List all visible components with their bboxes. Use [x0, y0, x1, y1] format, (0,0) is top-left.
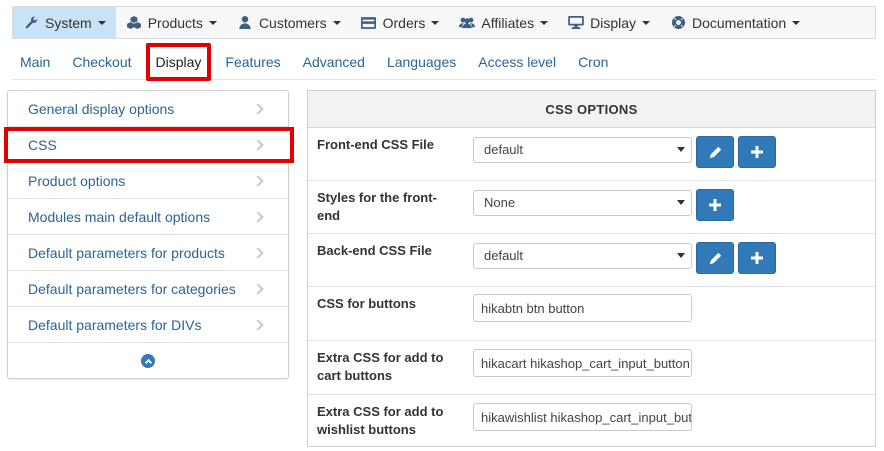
- option-label: Extra CSS for add to wishlist buttons: [317, 404, 444, 437]
- menu-products-label: Products: [147, 14, 203, 31]
- pencil-icon: [709, 252, 721, 264]
- caret-down-icon: [208, 20, 217, 25]
- option-label: Extra CSS for add to cart buttons: [317, 350, 444, 383]
- tab-display[interactable]: Display: [145, 43, 212, 81]
- menu-affiliates[interactable]: Affiliates: [449, 7, 558, 38]
- chevron-right-icon: [252, 174, 264, 187]
- tab-main[interactable]: Main: [12, 44, 58, 80]
- nav-collapse-area: [8, 343, 288, 379]
- chevron-right-icon: [252, 139, 264, 151]
- menu-documentation-label: Documentation: [692, 14, 787, 31]
- nav-item-label: Product options: [28, 172, 126, 189]
- chevron-right-icon: [252, 282, 264, 295]
- tab-advanced[interactable]: Advanced: [295, 44, 373, 80]
- menu-customers[interactable]: Customers: [227, 7, 351, 38]
- edit-frontend-css-button[interactable]: [696, 136, 734, 168]
- menu-affiliates-label: Affiliates: [481, 14, 535, 31]
- backend-css-select[interactable]: default: [473, 242, 692, 269]
- menu-orders[interactable]: Orders: [351, 7, 450, 38]
- users-icon: [459, 16, 476, 30]
- top-menu-bar: System Products Customers Orders Affilia…: [12, 6, 876, 39]
- plus-icon: [751, 146, 763, 158]
- select-value: default: [484, 248, 524, 263]
- cubes-icon: [126, 16, 142, 30]
- panel-title: CSS OPTIONS: [308, 91, 875, 128]
- plus-icon: [709, 199, 721, 211]
- option-label: Back-end CSS File: [317, 243, 432, 258]
- frontend-css-select[interactable]: default: [473, 136, 692, 163]
- config-tabs: Main Checkout Display Features Advanced …: [12, 43, 876, 81]
- chevron-right-icon: [252, 246, 264, 259]
- life-ring-icon: [670, 16, 686, 30]
- select-value: default: [484, 142, 524, 157]
- option-row-wishlist-buttons-css: Extra CSS for add to wishlist buttons hi…: [308, 395, 875, 448]
- nav-default-parameters-divs[interactable]: Default parameters for DIVs: [8, 307, 288, 343]
- chevron-up-circle-icon[interactable]: [141, 354, 155, 368]
- caret-down-icon: [332, 20, 341, 25]
- menu-display-label: Display: [590, 14, 636, 31]
- menu-orders-label: Orders: [382, 14, 426, 31]
- credit-card-icon: [361, 16, 377, 30]
- option-row-backend-css: Back-end CSS File default: [308, 234, 875, 287]
- nav-item-label: General display options: [28, 100, 175, 117]
- nav-default-parameters-products[interactable]: Default parameters for products: [8, 235, 288, 271]
- plus-icon: [751, 252, 763, 264]
- chevron-right-icon: [252, 210, 264, 223]
- nav-item-label: Default parameters for categories: [28, 280, 236, 297]
- add-backend-css-button[interactable]: [738, 242, 776, 274]
- menu-customers-label: Customers: [258, 14, 327, 31]
- chevron-right-icon: [252, 102, 264, 115]
- option-row-frontend-css: Front-end CSS File default: [308, 128, 875, 181]
- wishlist-buttons-css-input[interactable]: hikawishlist hikashop_cart_input_button: [473, 403, 692, 431]
- css-buttons-input[interactable]: hikabtn btn button: [473, 294, 692, 322]
- tab-features[interactable]: Features: [217, 44, 288, 80]
- nav-item-label: Default parameters for products: [28, 244, 225, 261]
- chevron-right-icon: [252, 318, 264, 331]
- user-icon: [237, 16, 253, 30]
- caret-down-icon: [97, 20, 106, 25]
- monitor-icon: [568, 16, 584, 30]
- menu-system[interactable]: System: [13, 7, 116, 38]
- cart-buttons-css-input[interactable]: hikacart hikashop_cart_input_button: [473, 349, 692, 377]
- tab-checkout[interactable]: Checkout: [64, 44, 139, 80]
- menu-display[interactable]: Display: [558, 7, 660, 38]
- nav-general-display-options[interactable]: General display options: [8, 91, 288, 127]
- option-row-frontend-styles: Styles for the front-end None: [308, 181, 875, 234]
- caret-down-icon: [642, 20, 650, 25]
- dropdown-arrow-icon: [677, 200, 685, 205]
- dropdown-arrow-icon: [677, 147, 685, 152]
- menu-products[interactable]: Products: [116, 7, 227, 38]
- nav-item-label: CSS: [28, 137, 57, 153]
- option-label: CSS for buttons: [317, 296, 416, 311]
- pencil-icon: [709, 146, 721, 158]
- caret-down-icon: [431, 20, 440, 25]
- add-frontend-style-button[interactable]: [696, 189, 734, 221]
- menu-documentation[interactable]: Documentation: [660, 7, 810, 38]
- caret-down-icon: [792, 20, 801, 25]
- tab-cron[interactable]: Cron: [570, 44, 616, 80]
- wrench-icon: [23, 16, 39, 30]
- select-value: None: [484, 195, 516, 210]
- tab-access-level[interactable]: Access level: [470, 44, 564, 80]
- nav-item-label: Default parameters for DIVs: [28, 316, 202, 333]
- option-label: Styles for the front-end: [317, 190, 437, 223]
- add-frontend-css-button[interactable]: [738, 136, 776, 168]
- option-row-cart-buttons-css: Extra CSS for add to cart buttons hikaca…: [308, 341, 875, 395]
- option-row-css-buttons: CSS for buttons hikabtn btn button: [308, 287, 875, 341]
- menu-system-label: System: [45, 14, 92, 31]
- nav-item-label: Modules main default options: [28, 208, 211, 225]
- nav-default-parameters-categories[interactable]: Default parameters for categories: [8, 271, 288, 307]
- css-options-panel: CSS OPTIONS Front-end CSS File default S…: [307, 90, 876, 447]
- nav-css[interactable]: CSS: [4, 127, 294, 163]
- edit-backend-css-button[interactable]: [696, 242, 734, 274]
- tab-languages[interactable]: Languages: [379, 44, 464, 80]
- caret-down-icon: [540, 20, 549, 25]
- dropdown-arrow-icon: [677, 253, 685, 258]
- nav-product-options[interactable]: Product options: [8, 163, 288, 199]
- display-sections-nav: General display options CSS Product opti…: [4, 90, 294, 379]
- frontend-styles-select[interactable]: None: [473, 189, 692, 216]
- option-label: Front-end CSS File: [317, 137, 434, 152]
- nav-modules-main-default-options[interactable]: Modules main default options: [8, 199, 288, 235]
